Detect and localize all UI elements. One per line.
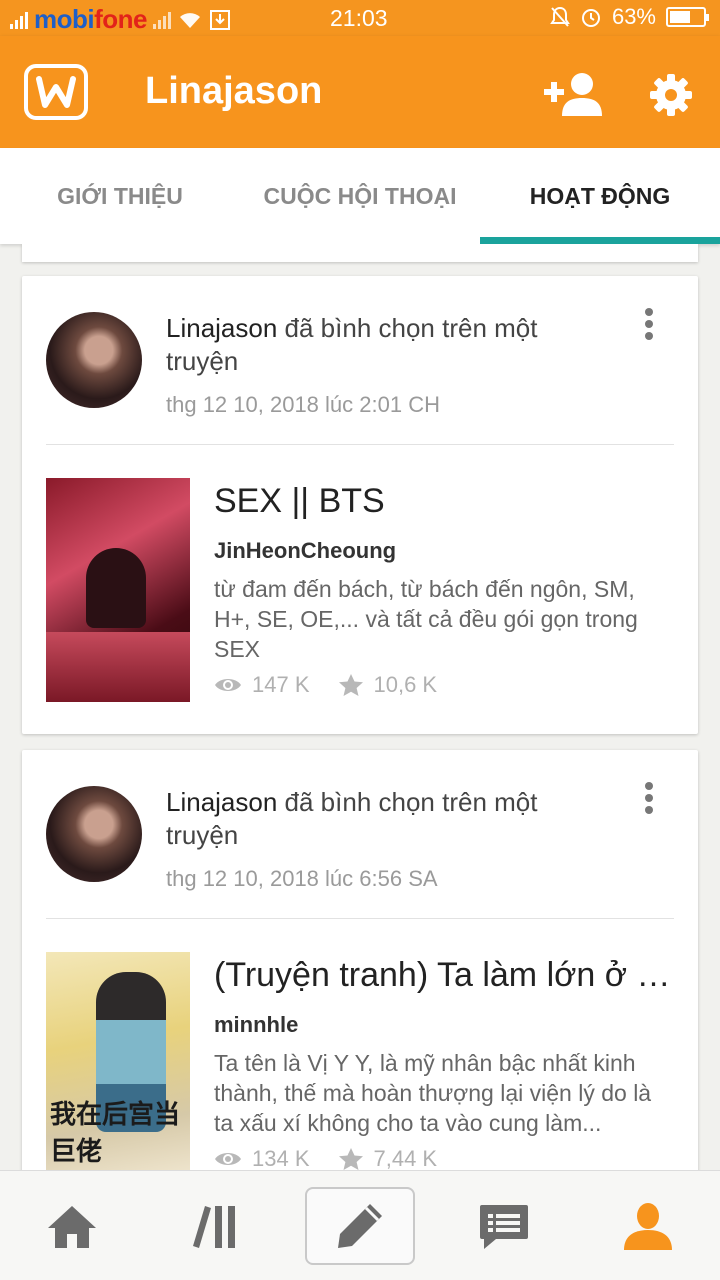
battery-percent: 63% [611,4,656,29]
battery-level [670,11,690,23]
star-icon [338,1148,363,1170]
story-stats: 134 K 7,44 K [214,1146,465,1170]
more-options-icon[interactable] [642,308,656,344]
divider [46,918,674,919]
story-cover[interactable]: 我在后宫当巨佬 [46,952,190,1170]
avatar[interactable] [46,786,142,882]
nav-write[interactable] [305,1187,415,1265]
alarm-icon [581,9,600,27]
silent-bell-icon [550,6,570,27]
avatar[interactable] [46,312,142,408]
activity-card[interactable]: Linajason đã bình chọn trên một truyện t… [22,750,698,1170]
story-description: từ đam đến bách, từ bách đến ngôn, SM, H… [214,576,638,662]
reads-count: 134 K [252,1146,310,1170]
library-icon [193,1206,235,1248]
eye-icon [215,1153,241,1165]
nav-profile[interactable] [618,1199,678,1255]
status-bar-right: 63% [550,4,709,30]
nav-library[interactable] [186,1199,246,1255]
votes-count: 7,44 K [373,1146,438,1170]
tab-activity[interactable]: HOẠT ĐỘNG [480,148,720,244]
activity-headline: Linajason đã bình chọn trên một truyện [166,786,586,852]
reads-count: 147 K [252,672,310,697]
story-stats: 147 K 10,6 K [214,672,465,698]
activity-feed[interactable]: Linajason đã bình chọn trên một truyện t… [0,244,720,1170]
signal-icon [10,11,28,29]
status-time: 21:03 [330,5,388,31]
wifi-icon [180,12,200,28]
profile-icon [624,1203,672,1250]
messages-icon [480,1205,528,1249]
activity-user[interactable]: Linajason [166,787,277,817]
home-icon [48,1206,96,1248]
tab-about[interactable]: GIỚI THIỆU [0,148,240,244]
bottom-navigation [0,1170,720,1280]
activity-user[interactable]: Linajason [166,313,277,343]
carrier-name: mobifone [34,4,147,34]
activity-headline: Linajason đã bình chọn trên một truyện [166,312,586,378]
votes-stat: 7,44 K [338,1146,438,1170]
reads-stat: 147 K [214,672,310,698]
story-cover[interactable] [46,478,190,702]
votes-count: 10,6 K [373,672,438,697]
cover-title-art: 我在后宫当巨佬 [50,1100,181,1167]
signal-icon-2 [153,11,171,29]
wattpad-w-icon [36,76,76,108]
nav-home[interactable] [42,1199,102,1255]
reads-stat: 134 K [214,1146,310,1170]
more-options-icon[interactable] [642,782,656,818]
story-description: Ta tên là Vị Y Y, là mỹ nhân bậc nhất ki… [214,1050,652,1136]
votes-stat: 10,6 K [338,672,438,698]
status-bar-left: mobifone [10,4,231,35]
story-title[interactable]: (Truyện tranh) Ta làm lớn ở hậu cung [214,956,678,995]
status-bar: mobifone 21:03 63% [0,0,720,36]
add-user-icon[interactable] [544,72,604,116]
previous-card-edge [22,244,698,262]
wattpad-logo[interactable] [24,64,88,120]
write-icon [338,1204,382,1248]
download-icon [210,9,230,30]
star-icon [338,674,363,696]
nav-messages[interactable] [474,1199,534,1255]
app-bar: Linajason [0,36,720,148]
eye-icon [215,679,241,691]
profile-tabs: GIỚI THIỆU CUỘC HỘI THOẠI HOẠT ĐỘNG [0,148,720,244]
battery-icon [666,7,709,27]
activity-date: thg 12 10, 2018 lúc 2:01 CH [166,392,440,417]
activity-card[interactable]: Linajason đã bình chọn trên một truyện t… [22,276,698,734]
page-title: Linajason [145,70,323,112]
story-author[interactable]: JinHeonCheoung [214,538,396,564]
story-title[interactable]: SEX || BTS [214,482,678,521]
tab-conversations[interactable]: CUỘC HỘI THOẠI [240,148,480,244]
activity-date: thg 12 10, 2018 lúc 6:56 SA [166,866,438,891]
story-author[interactable]: minnhle [214,1012,298,1038]
divider [46,444,674,445]
gear-icon[interactable] [648,72,694,118]
